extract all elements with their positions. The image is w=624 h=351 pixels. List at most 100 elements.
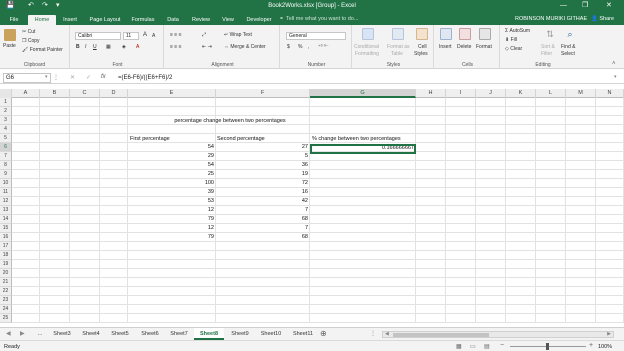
row-header-18[interactable]: 18 xyxy=(0,251,12,260)
expand-formula-bar-icon[interactable]: ▾ xyxy=(614,74,617,80)
number-format-select[interactable]: General xyxy=(286,32,346,40)
tab-formulas[interactable]: Formulas xyxy=(128,15,158,25)
cell-f15[interactable]: 7 xyxy=(216,224,310,233)
cell-e16[interactable]: 79 xyxy=(128,233,216,242)
cell-e12[interactable]: 53 xyxy=(128,197,216,206)
row-header-22[interactable]: 22 xyxy=(0,287,12,296)
format-as-table-label-2[interactable]: Table xyxy=(391,51,403,58)
format-as-table-label[interactable]: Format as xyxy=(387,44,410,51)
scroll-tabs-left-icon[interactable]: ◀ xyxy=(6,330,11,337)
cell-e9[interactable]: 25 xyxy=(128,170,216,179)
row-header-4[interactable]: 4 xyxy=(0,125,12,134)
enter-icon[interactable]: ✓ xyxy=(86,74,91,81)
row-header-11[interactable]: 11 xyxy=(0,188,12,197)
copy-button[interactable]: ❐ Copy xyxy=(22,38,40,45)
name-box[interactable]: G6 xyxy=(3,73,51,83)
cell-f16[interactable]: 68 xyxy=(216,233,310,242)
decimal-icon[interactable]: ⁺⁰ ⁰⁻ xyxy=(318,44,329,51)
cell-e7[interactable]: 29 xyxy=(128,152,216,161)
tab-insert[interactable]: Insert xyxy=(58,15,82,25)
column-header-m[interactable]: M xyxy=(566,89,596,98)
indent-icon[interactable]: ⇤ ⇥ xyxy=(202,44,212,51)
new-sheet-icon[interactable]: ⊕ xyxy=(320,329,327,338)
close-icon[interactable]: ✕ xyxy=(606,2,612,10)
paste-button[interactable]: Paste xyxy=(3,43,16,50)
share-button[interactable]: 👤 Share xyxy=(591,15,614,24)
column-header-g[interactable]: G xyxy=(310,89,416,98)
select-all-corner[interactable] xyxy=(0,89,12,98)
font-size-select[interactable]: 11 xyxy=(123,32,139,40)
column-header-d[interactable]: D xyxy=(100,89,128,98)
page-break-view-icon[interactable]: ▤ xyxy=(484,343,490,350)
row-header-20[interactable]: 20 xyxy=(0,269,12,278)
column-header-a[interactable]: A xyxy=(12,89,40,98)
zoom-in-icon[interactable]: + xyxy=(589,342,593,349)
sheet-title-cell[interactable]: percentage change between two percentage… xyxy=(160,117,300,126)
conditional-formatting-icon[interactable] xyxy=(362,28,374,40)
cell-styles-icon[interactable] xyxy=(416,28,428,40)
format-painter-button[interactable]: 🖌 Format Painter xyxy=(22,47,63,54)
font-name-select[interactable]: Calibri xyxy=(75,32,121,40)
cell-f12[interactable]: 42 xyxy=(216,197,310,206)
sort-filter-label[interactable]: Sort & xyxy=(541,44,555,51)
format-button[interactable]: Format xyxy=(476,44,492,51)
insert-function-icon[interactable]: fx xyxy=(101,74,106,80)
column-header-f[interactable]: F xyxy=(216,89,310,98)
sheet-tab-sheet5[interactable]: Sheet5 xyxy=(106,328,134,340)
cell-f9[interactable]: 19 xyxy=(216,170,310,179)
clear-button[interactable]: ◇ Clear xyxy=(505,46,522,53)
header-percent-change[interactable]: % change between two percentages xyxy=(312,135,401,144)
autosum-button[interactable]: Σ AutoSum xyxy=(505,28,530,35)
tab-split-icon[interactable]: ⋮ xyxy=(370,330,376,337)
sheet-tab-sheet6[interactable]: Sheet6 xyxy=(136,328,164,340)
find-select-label[interactable]: Find & xyxy=(561,44,575,51)
sort-filter-label-2[interactable]: Filter xyxy=(541,51,552,58)
cell-e6[interactable]: 54 xyxy=(128,143,216,152)
scroll-right-icon[interactable]: ▶ xyxy=(607,331,611,337)
column-header-k[interactable]: K xyxy=(506,89,536,98)
cell-e14[interactable]: 79 xyxy=(128,215,216,224)
cell-e13[interactable]: 12 xyxy=(128,206,216,215)
tab-file[interactable]: File xyxy=(4,15,24,25)
underline-button[interactable]: U xyxy=(93,44,97,51)
find-select-label-2[interactable]: Select xyxy=(561,51,575,58)
horizontal-scrollbar[interactable]: ◀ ▶ xyxy=(382,331,614,338)
row-header-12[interactable]: 12 xyxy=(0,197,12,206)
sheet-tab-sheet10[interactable]: Sheet10 xyxy=(256,328,286,340)
page-layout-view-icon[interactable]: ▭ xyxy=(470,343,476,350)
column-header-j[interactable]: J xyxy=(476,89,506,98)
align-left-icon[interactable]: ≡ ≡ ≡ xyxy=(170,44,182,51)
tab-home[interactable]: Home xyxy=(28,15,56,25)
worksheet-grid[interactable]: ABCDEFGHIJKLMN 1 2 3 4 5 6 7 8 9 10 11 12 13 14 15 16 17… xyxy=(0,89,624,327)
sort-filter-icon[interactable]: ⇅ xyxy=(544,28,556,40)
column-header-c[interactable]: C xyxy=(70,89,100,98)
cell-f8[interactable]: 36 xyxy=(216,161,310,170)
find-select-icon[interactable]: ⌕ xyxy=(564,28,576,40)
formula-input[interactable]: =(E6-F6)/((E6+F6)/2 xyxy=(118,74,172,82)
row-header-21[interactable]: 21 xyxy=(0,278,12,287)
font-color-icon[interactable]: A xyxy=(136,44,139,51)
restore-icon[interactable]: ❐ xyxy=(582,2,588,10)
cell-f13[interactable]: 7 xyxy=(216,206,310,215)
format-as-table-icon[interactable] xyxy=(392,28,404,40)
row-header-14[interactable]: 14 xyxy=(0,215,12,224)
currency-button[interactable]: $ xyxy=(287,44,290,51)
sheet-tab-sheet4[interactable]: Sheet4 xyxy=(78,328,104,340)
cell-f7[interactable]: 5 xyxy=(216,152,310,161)
row-header-9[interactable]: 9 xyxy=(0,170,12,179)
row-header-19[interactable]: 19 xyxy=(0,260,12,269)
cell-e8[interactable]: 54 xyxy=(128,161,216,170)
name-box-dropdown-icon[interactable]: ▾ xyxy=(45,74,48,80)
sheet-tab-sheet11[interactable]: Sheet11 xyxy=(288,328,318,340)
tell-me-search[interactable]: Tell me what you want to do... xyxy=(286,15,358,24)
delete-button[interactable]: Delete xyxy=(457,44,471,51)
sheet-tab-sheet7[interactable]: Sheet7 xyxy=(166,328,192,340)
cell-f6[interactable]: 27 xyxy=(216,143,310,152)
scroll-tabs-right-icon[interactable]: ▶ xyxy=(20,330,25,337)
orientation-icon[interactable]: ⤢ xyxy=(202,32,206,39)
tab-data[interactable]: Data xyxy=(162,15,184,25)
fill-color-icon[interactable]: ◈ xyxy=(122,44,126,51)
row-header-24[interactable]: 24 xyxy=(0,305,12,314)
row-header-1[interactable]: 1 xyxy=(0,98,12,107)
row-header-2[interactable]: 2 xyxy=(0,107,12,116)
